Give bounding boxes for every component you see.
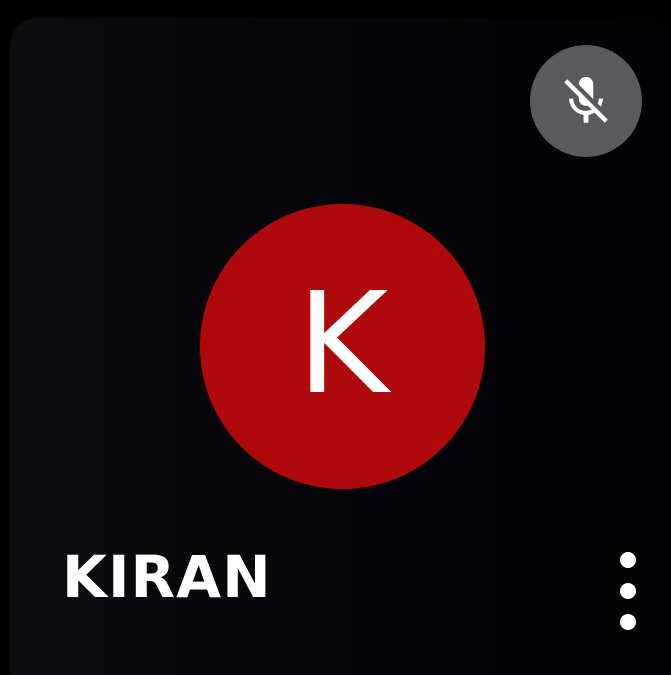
mic-muted-badge[interactable] bbox=[530, 45, 642, 157]
more-options-button[interactable] bbox=[606, 552, 650, 630]
participant-name: KIRAN bbox=[62, 543, 272, 611]
participant-tile-frame: K KIRAN bbox=[0, 0, 671, 675]
mic-off-icon bbox=[564, 76, 608, 123]
avatar-initial: K bbox=[296, 262, 389, 426]
more-vert-icon-dot bbox=[620, 583, 636, 599]
more-vert-icon-dot bbox=[620, 614, 636, 630]
more-vert-icon bbox=[620, 552, 636, 568]
avatar: K bbox=[200, 204, 485, 489]
